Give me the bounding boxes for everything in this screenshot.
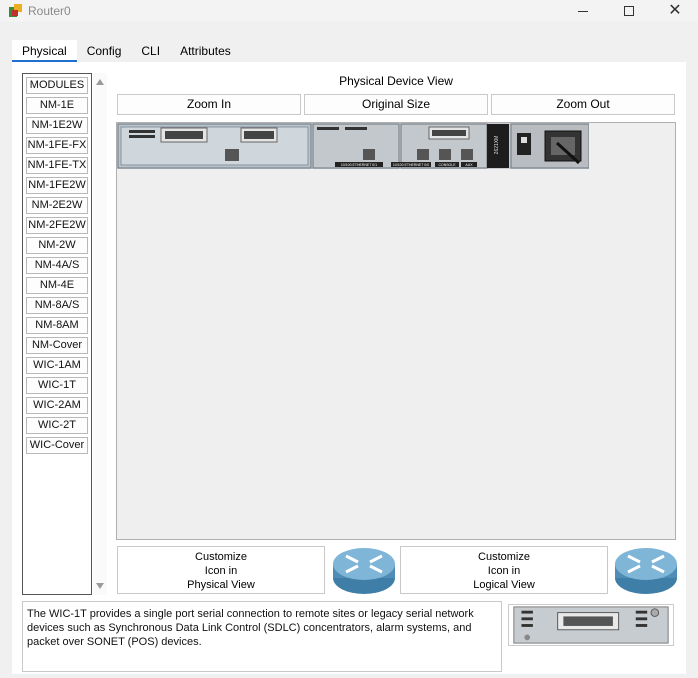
physical-device-view-title: Physical Device View <box>339 74 453 88</box>
scroll-up-arrow-icon[interactable] <box>96 79 104 85</box>
module-nm-1e[interactable]: NM-1E <box>26 97 88 114</box>
module-nm-1fe-fx[interactable]: NM-1FE-FX <box>26 137 88 154</box>
module-nm-4e[interactable]: NM-4E <box>26 277 88 294</box>
tab-physical[interactable]: Physical <box>12 40 77 62</box>
eth-0-1-label: 10/100 ETHERNET 0/1 <box>341 163 377 167</box>
module-nm-2e2w[interactable]: NM-2E2W <box>26 197 88 214</box>
minimize-icon <box>578 10 588 12</box>
tab-attributes[interactable]: Attributes <box>170 40 241 62</box>
router-icon <box>615 548 677 594</box>
minimize-button[interactable] <box>560 0 606 22</box>
close-button[interactable]: ✕ <box>652 0 698 22</box>
modules-scrollbar[interactable] <box>93 73 107 595</box>
zoom-in-button[interactable]: Zoom In <box>117 94 301 115</box>
customize-logical-line-1: Customize <box>478 551 530 563</box>
module-wic-2t[interactable]: WIC-2T <box>26 417 88 434</box>
maximize-button[interactable] <box>606 0 652 22</box>
router-icon <box>333 548 395 594</box>
module-nm-1e2w[interactable]: NM-1E2W <box>26 117 88 134</box>
window-title: Router0 <box>28 4 71 18</box>
original-size-button[interactable]: Original Size <box>304 94 488 115</box>
power-switch-icon[interactable] <box>517 133 531 155</box>
module-nm-8as[interactable]: NM-8A/S <box>26 297 88 314</box>
modules-list[interactable]: MODULES NM-1E NM-1E2W NM-1FE-FX NM-1FE-T… <box>22 73 92 595</box>
module-description: The WIC-1T provides a single port serial… <box>22 601 502 672</box>
module-nm-1fe2w[interactable]: NM-1FE2W <box>26 177 88 194</box>
customize-physical-line-2: Icon in <box>204 565 238 577</box>
title-bar: Router0 ✕ <box>0 0 698 22</box>
module-nm-1fe-tx[interactable]: NM-1FE-TX <box>26 157 88 174</box>
eth-0-0-label: 10/100 ETHERNET 0/0 <box>393 163 429 167</box>
module-nm-4as[interactable]: NM-4A/S <box>26 257 88 274</box>
router-chassis-image: 10/100 ETHERNET 0/1 10/100 ETHERNET 0/0 … <box>117 123 589 169</box>
module-wic-cover[interactable]: WIC-Cover <box>26 437 88 454</box>
tab-bar: Physical Config CLI Attributes <box>12 40 241 62</box>
maximize-icon <box>624 6 634 16</box>
wic-1t-module-image <box>508 604 674 646</box>
module-nm-2fe2w[interactable]: NM-2FE2W <box>26 217 88 234</box>
zoom-out-button[interactable]: Zoom Out <box>491 94 675 115</box>
scroll-down-arrow-icon[interactable] <box>96 583 104 589</box>
module-nm-2w[interactable]: NM-2W <box>26 237 88 254</box>
module-wic-1am[interactable]: WIC-1AM <box>26 357 88 374</box>
tab-cli[interactable]: CLI <box>131 40 170 62</box>
customize-physical-line-1: Customize <box>195 551 247 563</box>
close-icon: ✕ <box>668 2 682 19</box>
device-canvas[interactable]: 10/100 ETHERNET 0/1 10/100 ETHERNET 0/0 … <box>116 122 676 540</box>
modules-header: MODULES <box>26 77 88 94</box>
aux-label: AUX <box>465 163 473 167</box>
module-wic-2am[interactable]: WIC-2AM <box>26 397 88 414</box>
module-nm-cover[interactable]: NM-Cover <box>26 337 88 354</box>
module-nm-8am[interactable]: NM-8AM <box>26 317 88 334</box>
customize-physical-icon-button[interactable]: Customize Icon in Physical View <box>117 546 325 594</box>
console-label: CONSOLE <box>438 163 456 167</box>
tab-config[interactable]: Config <box>77 40 132 62</box>
customize-logical-icon-button[interactable]: Customize Icon in Logical View <box>400 546 608 594</box>
customize-logical-line-2: Icon in <box>487 565 521 577</box>
model-label: 2621XM <box>494 136 500 155</box>
module-wic-1t[interactable]: WIC-1T <box>26 377 88 394</box>
router-app-icon <box>9 4 22 17</box>
customize-physical-line-3: Physical View <box>187 579 255 591</box>
customize-logical-line-3: Logical View <box>473 579 535 591</box>
